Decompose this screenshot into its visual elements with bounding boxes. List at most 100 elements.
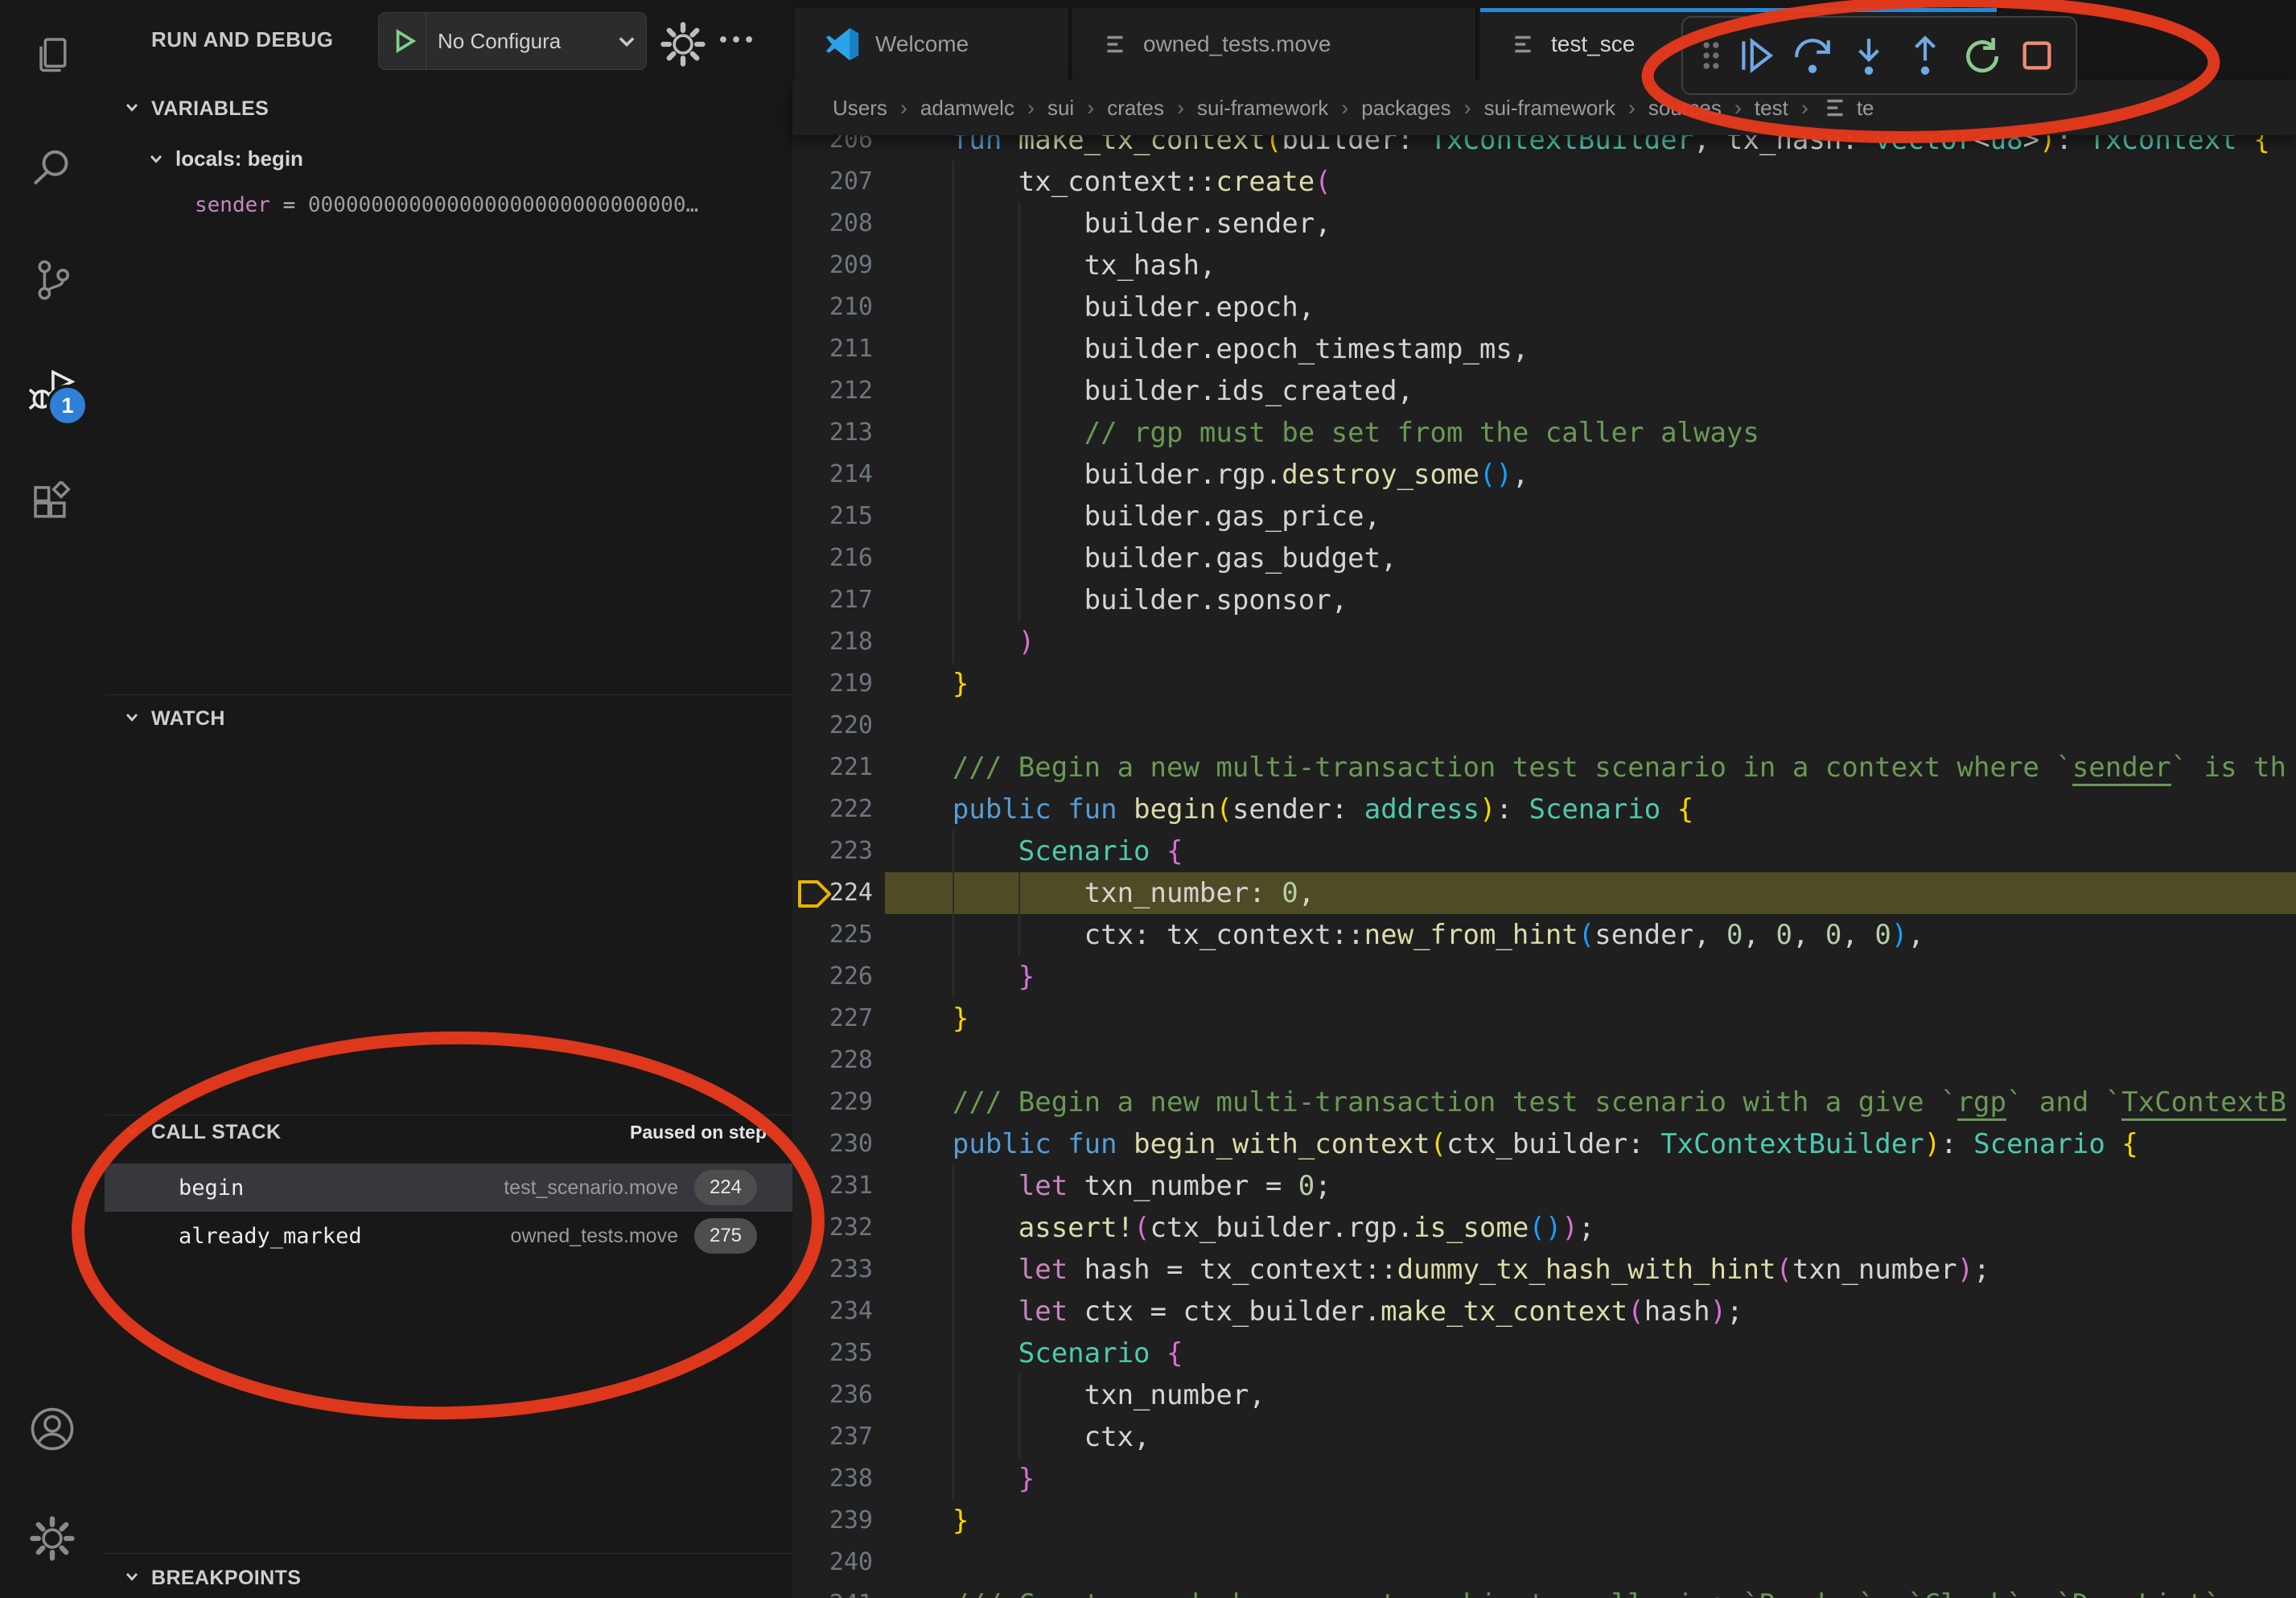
line-number[interactable]: 235 xyxy=(792,1332,873,1374)
breadcrumb-item[interactable]: adamwelc xyxy=(920,96,1014,121)
line-number[interactable]: 223 xyxy=(792,830,873,872)
activity-item-settings[interactable] xyxy=(0,1484,105,1593)
code-line-218[interactable]: 218 ) xyxy=(792,621,2296,663)
line-number[interactable]: 208 xyxy=(792,203,873,245)
line-number[interactable]: 240 xyxy=(792,1542,873,1584)
variables-scope-row[interactable]: locals: begin xyxy=(105,137,834,180)
line-number[interactable]: 214 xyxy=(792,454,873,496)
line-number[interactable]: 222 xyxy=(792,789,873,830)
code-line-240[interactable]: 240 xyxy=(792,1542,2296,1584)
step-over-button[interactable] xyxy=(1787,21,1838,90)
code-line-215[interactable]: 215 builder.gas_price, xyxy=(792,496,2296,537)
breadcrumb-item[interactable]: sui-framework xyxy=(1197,96,1328,121)
breakpoints-section-header[interactable]: BREAKPOINTS xyxy=(122,1558,301,1598)
code-line-206[interactable]: 206 fun make_tx_context(builder: TxConte… xyxy=(792,135,2296,161)
line-number[interactable]: 230 xyxy=(792,1123,873,1165)
line-number[interactable]: 220 xyxy=(792,705,873,747)
code-line-238[interactable]: 238 } xyxy=(792,1458,2296,1500)
code-line-228[interactable]: 228 xyxy=(792,1040,2296,1081)
code-line-210[interactable]: 210 builder.epoch, xyxy=(792,286,2296,328)
watch-section-header[interactable]: WATCH xyxy=(122,698,225,739)
line-number[interactable]: 228 xyxy=(792,1040,873,1081)
call-stack-frame[interactable]: already_markedowned_tests.move275 xyxy=(105,1212,792,1260)
code-line-211[interactable]: 211 builder.epoch_timestamp_ms, xyxy=(792,328,2296,370)
activity-item-search[interactable] xyxy=(0,112,105,224)
more-actions-icon[interactable] xyxy=(718,34,755,49)
debug-configuration-dropdown[interactable]: No Configura xyxy=(378,12,647,70)
variable-row[interactable]: sender = 000000000000000000000000000000… xyxy=(105,183,883,227)
breadcrumb-item[interactable]: sui-framework xyxy=(1484,96,1615,121)
code-line-220[interactable]: 220 xyxy=(792,705,2296,747)
code-line-207[interactable]: 207 tx_context::create( xyxy=(792,161,2296,203)
line-number[interactable]: 219 xyxy=(792,663,873,705)
code-line-229[interactable]: 229 /// Begin a new multi-transaction te… xyxy=(792,1081,2296,1123)
line-number[interactable]: 221 xyxy=(792,747,873,789)
line-number[interactable]: 218 xyxy=(792,621,873,663)
code-line-208[interactable]: 208 builder.sender, xyxy=(792,203,2296,245)
start-debugging-icon[interactable] xyxy=(379,27,426,55)
code-line-221[interactable]: 221 /// Begin a new multi-transaction te… xyxy=(792,747,2296,789)
breadcrumb-item[interactable]: te xyxy=(1821,94,1874,121)
line-number[interactable]: 225 xyxy=(792,914,873,956)
continue-button[interactable] xyxy=(1731,21,1783,90)
line-number[interactable]: 209 xyxy=(792,245,873,286)
code-line-212[interactable]: 212 builder.ids_created, xyxy=(792,370,2296,412)
tab-welcome[interactable]: Welcome xyxy=(795,8,1070,80)
breadcrumb-item[interactable]: sources xyxy=(1648,96,1722,121)
code-line-241[interactable]: 241 /// Creates and shares system object… xyxy=(792,1584,2296,1598)
code-line-226[interactable]: 226 } xyxy=(792,956,2296,998)
breadcrumb-item[interactable]: sui xyxy=(1047,96,1074,121)
code-line-209[interactable]: 209 tx_hash, xyxy=(792,245,2296,286)
step-into-button[interactable] xyxy=(1843,21,1895,90)
activity-item-source-control[interactable] xyxy=(0,224,105,336)
activity-item-account[interactable] xyxy=(0,1374,105,1484)
line-number[interactable]: 215 xyxy=(792,496,873,537)
call-stack-frame[interactable]: begintest_scenario.move224 xyxy=(105,1163,792,1212)
line-number[interactable]: 237 xyxy=(792,1416,873,1458)
line-number[interactable]: 232 xyxy=(792,1207,873,1249)
line-number[interactable]: 229 xyxy=(792,1081,873,1123)
restart-button[interactable] xyxy=(1956,21,2007,90)
line-number[interactable]: 211 xyxy=(792,328,873,370)
code-line-216[interactable]: 216 builder.gas_budget, xyxy=(792,537,2296,579)
code-line-232[interactable]: 232 assert!(ctx_builder.rgp.is_some()); xyxy=(792,1207,2296,1249)
stop-button[interactable] xyxy=(2011,21,2063,90)
code-line-214[interactable]: 214 builder.rgp.destroy_some(), xyxy=(792,454,2296,496)
line-number[interactable]: 206 xyxy=(792,135,873,161)
code-line-213[interactable]: 213 // rgp must be set from the caller a… xyxy=(792,412,2296,454)
line-number[interactable]: 213 xyxy=(792,412,873,454)
code-line-227[interactable]: 227 } xyxy=(792,998,2296,1040)
breadcrumb-item[interactable]: test xyxy=(1755,96,1788,121)
line-number[interactable]: 241 xyxy=(792,1584,873,1598)
code-line-239[interactable]: 239 } xyxy=(792,1500,2296,1542)
code-line-223[interactable]: 223 Scenario { xyxy=(792,830,2296,872)
line-number[interactable]: 212 xyxy=(792,370,873,412)
code-line-217[interactable]: 217 builder.sponsor, xyxy=(792,579,2296,621)
activity-item-extensions[interactable] xyxy=(0,447,105,559)
debug-settings-gear-icon[interactable] xyxy=(660,21,706,72)
activity-item-run-and-debug[interactable]: 1 xyxy=(0,336,105,447)
code-line-225[interactable]: 225 ctx: tx_context::new_from_hint(sende… xyxy=(792,914,2296,956)
code-line-224[interactable]: 224 txn_number: 0, xyxy=(792,872,2296,914)
line-number[interactable]: 227 xyxy=(792,998,873,1040)
toolbar-drag-handle-icon[interactable] xyxy=(1696,39,1726,72)
code-line-237[interactable]: 237 ctx, xyxy=(792,1416,2296,1458)
line-number[interactable]: 233 xyxy=(792,1249,873,1291)
code-line-233[interactable]: 233 let hash = tx_context::dummy_tx_hash… xyxy=(792,1249,2296,1291)
code-line-235[interactable]: 235 Scenario { xyxy=(792,1332,2296,1374)
code-line-236[interactable]: 236 txn_number, xyxy=(792,1374,2296,1416)
code-line-231[interactable]: 231 let txn_number = 0; xyxy=(792,1165,2296,1207)
code-line-234[interactable]: 234 let ctx = ctx_builder.make_tx_contex… xyxy=(792,1291,2296,1332)
code-line-219[interactable]: 219 } xyxy=(792,663,2296,705)
line-number[interactable]: 217 xyxy=(792,579,873,621)
tab-owned-tests-move[interactable]: owned_tests.move xyxy=(1072,8,1477,80)
code-area[interactable]: 206 fun make_tx_context(builder: TxConte… xyxy=(792,135,2296,1598)
breadcrumb-item[interactable]: packages xyxy=(1361,96,1450,121)
code-line-230[interactable]: 230 public fun begin_with_context(ctx_bu… xyxy=(792,1123,2296,1165)
breadcrumb-item[interactable]: crates xyxy=(1107,96,1164,121)
line-number[interactable]: 207 xyxy=(792,161,873,203)
line-number[interactable]: 234 xyxy=(792,1291,873,1332)
breadcrumb-item[interactable]: Users xyxy=(833,96,887,121)
line-number[interactable]: 236 xyxy=(792,1374,873,1416)
code-line-222[interactable]: 222 public fun begin(sender: address): S… xyxy=(792,789,2296,830)
